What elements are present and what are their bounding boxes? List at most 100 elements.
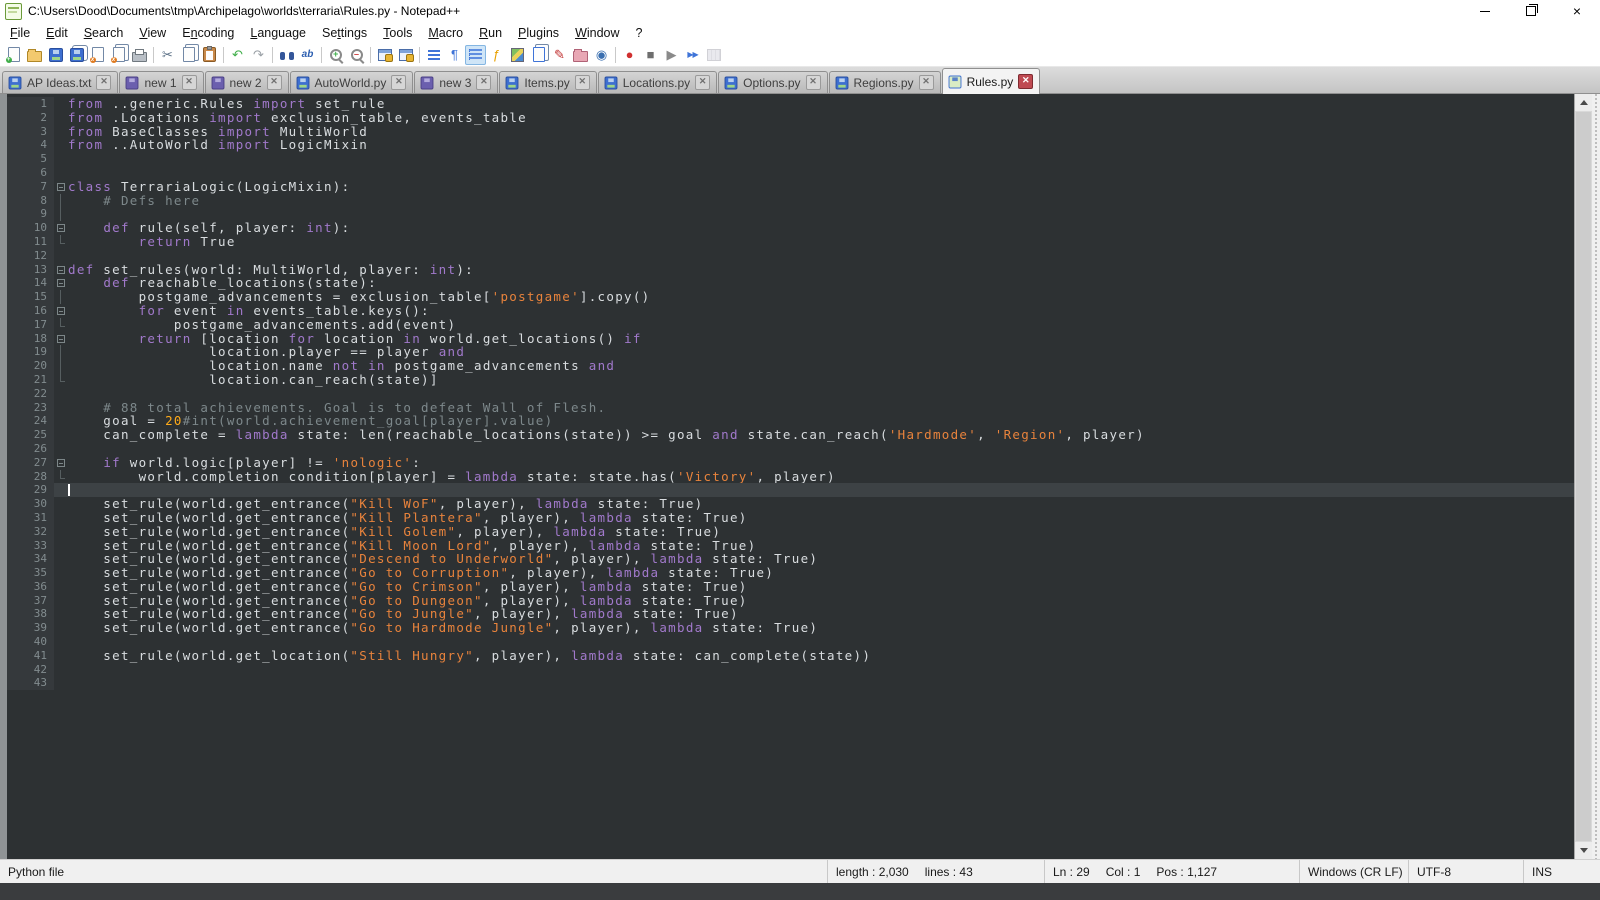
line-number: 34 bbox=[7, 552, 54, 566]
paste-icon[interactable] bbox=[199, 45, 220, 65]
menu-macro[interactable]: Macro bbox=[420, 24, 471, 42]
line-number: 33 bbox=[7, 539, 54, 553]
tab-close-icon[interactable]: ✕ bbox=[695, 75, 710, 90]
redo-icon[interactable]: ↷ bbox=[248, 45, 269, 65]
scrollbar-thumb[interactable] bbox=[1576, 112, 1591, 841]
code-text: set_rule(world.get_entrance("Kill Golem"… bbox=[68, 525, 1574, 539]
cut-icon[interactable]: ✂ bbox=[157, 45, 178, 65]
close-file-icon[interactable]: x bbox=[87, 45, 108, 65]
menu-run[interactable]: Run bbox=[471, 24, 510, 42]
tab-autoworld-py[interactable]: AutoWorld.py ✕ bbox=[290, 71, 414, 93]
fold-margin bbox=[54, 511, 68, 525]
close-all-icon[interactable]: x bbox=[108, 45, 129, 65]
tab-rules-py[interactable]: Rules.py✕ bbox=[942, 68, 1041, 94]
tab-new-3[interactable]: new 3✕ bbox=[414, 71, 498, 93]
code-line: 40 bbox=[7, 635, 1574, 649]
menu-view[interactable]: View bbox=[131, 24, 174, 42]
zoom-out-icon[interactable]: – bbox=[346, 45, 367, 65]
tab-locations-py[interactable]: Locations.py✕ bbox=[598, 71, 717, 93]
menu-bar: FileEditSearchViewEncodingLanguageSettin… bbox=[0, 22, 1600, 43]
scroll-up-button[interactable] bbox=[1575, 94, 1592, 111]
minimize-button[interactable] bbox=[1462, 0, 1508, 22]
fold-box-icon[interactable] bbox=[54, 456, 68, 470]
show-all-characters-icon[interactable]: ¶ bbox=[444, 45, 465, 65]
undo-icon[interactable]: ↶ bbox=[227, 45, 248, 65]
code-text: set_rule(world.get_entrance("Kill WoF", … bbox=[68, 497, 1574, 511]
menu-search[interactable]: Search bbox=[76, 24, 132, 42]
document-list-icon[interactable] bbox=[528, 45, 549, 65]
document-map-icon[interactable] bbox=[507, 45, 528, 65]
code-line: 36 set_rule(world.get_entrance("Go to Cr… bbox=[7, 580, 1574, 594]
fold-box-icon[interactable] bbox=[54, 276, 68, 290]
word-wrap-icon[interactable] bbox=[423, 45, 444, 65]
menu-file[interactable]: File bbox=[2, 24, 38, 42]
status-insert-mode[interactable]: INS bbox=[1524, 860, 1600, 883]
menu-window[interactable]: Window bbox=[567, 24, 627, 42]
replace-icon[interactable]: ab bbox=[297, 45, 318, 65]
record-macro-icon[interactable]: ● bbox=[619, 45, 640, 65]
menu-help[interactable]: ? bbox=[628, 24, 651, 42]
sync-scroll-horizontal-icon[interactable] bbox=[395, 45, 416, 65]
line-number: 22 bbox=[7, 387, 54, 401]
play-macro-icon[interactable]: ▶ bbox=[661, 45, 682, 65]
vertical-scrollbar[interactable] bbox=[1574, 94, 1592, 859]
tab-close-icon[interactable]: ✕ bbox=[96, 75, 111, 90]
save-macro-icon[interactable] bbox=[703, 45, 724, 65]
scroll-down-button[interactable] bbox=[1575, 842, 1592, 859]
fold-box-icon[interactable] bbox=[54, 332, 68, 346]
fold-margin bbox=[54, 621, 68, 635]
zoom-in-icon[interactable]: + bbox=[325, 45, 346, 65]
find-icon[interactable] bbox=[276, 45, 297, 65]
tab-close-icon[interactable]: ✕ bbox=[391, 75, 406, 90]
scrollbar-track[interactable] bbox=[1575, 111, 1592, 842]
tab-close-icon[interactable]: ✕ bbox=[182, 75, 197, 90]
status-eol-format[interactable]: Windows (CR LF) bbox=[1300, 860, 1409, 883]
fold-box-icon[interactable] bbox=[54, 180, 68, 194]
code-line: 1from ..generic.Rules import set_rule bbox=[7, 97, 1574, 111]
status-encoding[interactable]: UTF-8 bbox=[1409, 860, 1524, 883]
open-file-icon[interactable] bbox=[24, 45, 45, 65]
menu-edit[interactable]: Edit bbox=[38, 24, 76, 42]
print-icon[interactable] bbox=[129, 45, 150, 65]
folder-as-workspace-icon[interactable] bbox=[570, 45, 591, 65]
restore-button[interactable] bbox=[1508, 0, 1554, 22]
tab-close-icon[interactable]: ✕ bbox=[575, 75, 590, 90]
new-file-icon[interactable]: + bbox=[3, 45, 24, 65]
tab-label: AutoWorld.py bbox=[315, 76, 387, 90]
code-area[interactable]: 1from ..generic.Rules import set_rule2fr… bbox=[7, 94, 1574, 859]
tab-close-icon[interactable]: ✕ bbox=[476, 75, 491, 90]
code-line: 33 set_rule(world.get_entrance("Kill Moo… bbox=[7, 539, 1574, 553]
fold-box-icon[interactable] bbox=[54, 221, 68, 235]
tab-items-py[interactable]: Items.py✕ bbox=[499, 71, 596, 93]
save-all-icon[interactable] bbox=[66, 45, 87, 65]
code-line: 10 def rule(self, player: int): bbox=[7, 221, 1574, 235]
stop-macro-icon[interactable]: ■ bbox=[640, 45, 661, 65]
fold-box-icon[interactable] bbox=[54, 304, 68, 318]
run-macro-multiple-icon[interactable]: ▶▶ bbox=[682, 45, 703, 65]
tab-close-icon[interactable]: ✕ bbox=[267, 75, 282, 90]
toolbar: +xx✂↶↷ab+–¶ƒ✎◉●■▶▶▶ bbox=[0, 43, 1600, 67]
monitoring-icon[interactable]: ◉ bbox=[591, 45, 612, 65]
tab-close-icon[interactable]: ✕ bbox=[806, 75, 821, 90]
menu-settings[interactable]: Settings bbox=[314, 24, 375, 42]
save-file-icon[interactable] bbox=[45, 45, 66, 65]
show-indent-guide-icon[interactable] bbox=[465, 45, 486, 65]
menu-tools[interactable]: Tools bbox=[375, 24, 420, 42]
menu-language[interactable]: Language bbox=[242, 24, 314, 42]
close-button[interactable]: × bbox=[1554, 0, 1600, 22]
fold-margin bbox=[54, 125, 68, 139]
tab-new-2[interactable]: new 2✕ bbox=[205, 71, 289, 93]
sync-scroll-vertical-icon[interactable] bbox=[374, 45, 395, 65]
function-list-icon[interactable]: ƒ bbox=[486, 45, 507, 65]
edit-mode-icon[interactable]: ✎ bbox=[549, 45, 570, 65]
tab-close-icon[interactable]: ✕ bbox=[919, 75, 934, 90]
menu-plugins[interactable]: Plugins bbox=[510, 24, 567, 42]
menu-encoding[interactable]: Encoding bbox=[174, 24, 242, 42]
tab-close-icon[interactable]: ✕ bbox=[1018, 74, 1033, 89]
tab-options-py[interactable]: Options.py✕ bbox=[718, 71, 827, 93]
tab-ap-ideas-txt[interactable]: AP Ideas.txt✕ bbox=[2, 71, 118, 93]
copy-icon[interactable] bbox=[178, 45, 199, 65]
tab-new-1[interactable]: new 1✕ bbox=[119, 71, 203, 93]
tab-regions-py[interactable]: Regions.py✕ bbox=[829, 71, 941, 93]
fold-box-icon[interactable] bbox=[54, 263, 68, 277]
